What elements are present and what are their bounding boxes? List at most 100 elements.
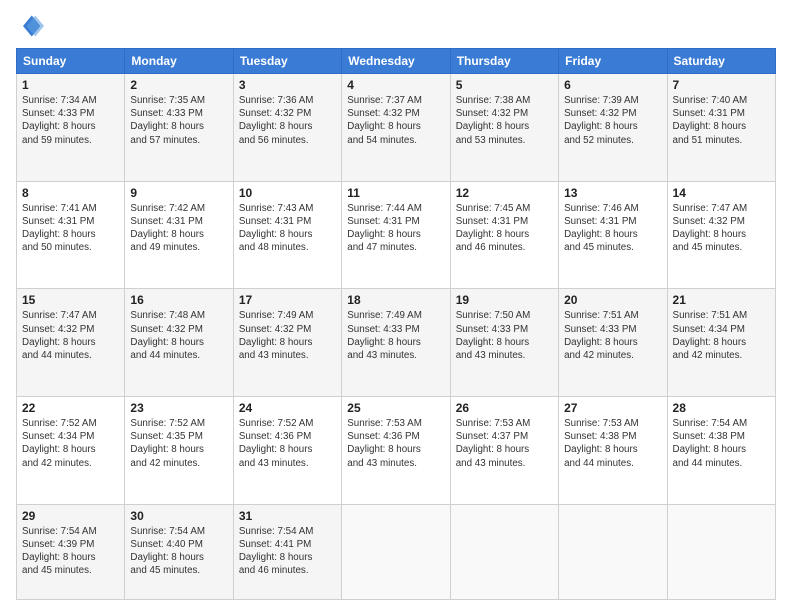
table-row: 15 Sunrise: 7:47 AMSunset: 4:32 PMDaylig… <box>17 289 125 397</box>
day-number: 4 <box>347 78 444 92</box>
table-row: 11 Sunrise: 7:44 AMSunset: 4:31 PMDaylig… <box>342 181 450 289</box>
day-number: 14 <box>673 186 770 200</box>
table-row: 21 Sunrise: 7:51 AMSunset: 4:34 PMDaylig… <box>667 289 775 397</box>
table-row: 3 Sunrise: 7:36 AMSunset: 4:32 PMDayligh… <box>233 74 341 182</box>
day-info: Sunrise: 7:47 AMSunset: 4:32 PMDaylight:… <box>22 309 119 362</box>
day-number: 21 <box>673 293 770 307</box>
day-info: Sunrise: 7:40 AMSunset: 4:31 PMDaylight:… <box>673 94 770 147</box>
day-info: Sunrise: 7:34 AMSunset: 4:33 PMDaylight:… <box>22 94 119 147</box>
table-row: 22 Sunrise: 7:52 AMSunset: 4:34 PMDaylig… <box>17 397 125 505</box>
table-row: 18 Sunrise: 7:49 AMSunset: 4:33 PMDaylig… <box>342 289 450 397</box>
day-header-thursday: Thursday <box>450 49 558 74</box>
table-row: 5 Sunrise: 7:38 AMSunset: 4:32 PMDayligh… <box>450 74 558 182</box>
table-row: 13 Sunrise: 7:46 AMSunset: 4:31 PMDaylig… <box>559 181 667 289</box>
day-info: Sunrise: 7:54 AMSunset: 4:40 PMDaylight:… <box>130 525 227 578</box>
day-info: Sunrise: 7:52 AMSunset: 4:34 PMDaylight:… <box>22 417 119 470</box>
day-info: Sunrise: 7:36 AMSunset: 4:32 PMDaylight:… <box>239 94 336 147</box>
day-number: 6 <box>564 78 661 92</box>
day-info: Sunrise: 7:54 AMSunset: 4:38 PMDaylight:… <box>673 417 770 470</box>
table-row: 1 Sunrise: 7:34 AMSunset: 4:33 PMDayligh… <box>17 74 125 182</box>
day-number: 7 <box>673 78 770 92</box>
day-number: 28 <box>673 401 770 415</box>
day-info: Sunrise: 7:53 AMSunset: 4:36 PMDaylight:… <box>347 417 444 470</box>
day-header-sunday: Sunday <box>17 49 125 74</box>
table-row: 27 Sunrise: 7:53 AMSunset: 4:38 PMDaylig… <box>559 397 667 505</box>
day-number: 18 <box>347 293 444 307</box>
day-info: Sunrise: 7:48 AMSunset: 4:32 PMDaylight:… <box>130 309 227 362</box>
table-row: 6 Sunrise: 7:39 AMSunset: 4:32 PMDayligh… <box>559 74 667 182</box>
day-number: 5 <box>456 78 553 92</box>
day-info: Sunrise: 7:45 AMSunset: 4:31 PMDaylight:… <box>456 202 553 255</box>
day-number: 19 <box>456 293 553 307</box>
table-row <box>559 504 667 599</box>
day-info: Sunrise: 7:37 AMSunset: 4:32 PMDaylight:… <box>347 94 444 147</box>
day-number: 31 <box>239 509 336 523</box>
day-info: Sunrise: 7:47 AMSunset: 4:32 PMDaylight:… <box>673 202 770 255</box>
table-row: 26 Sunrise: 7:53 AMSunset: 4:37 PMDaylig… <box>450 397 558 505</box>
day-header-friday: Friday <box>559 49 667 74</box>
day-info: Sunrise: 7:52 AMSunset: 4:35 PMDaylight:… <box>130 417 227 470</box>
day-header-wednesday: Wednesday <box>342 49 450 74</box>
table-row: 30 Sunrise: 7:54 AMSunset: 4:40 PMDaylig… <box>125 504 233 599</box>
day-number: 11 <box>347 186 444 200</box>
day-info: Sunrise: 7:42 AMSunset: 4:31 PMDaylight:… <box>130 202 227 255</box>
table-row: 28 Sunrise: 7:54 AMSunset: 4:38 PMDaylig… <box>667 397 775 505</box>
table-row: 31 Sunrise: 7:54 AMSunset: 4:41 PMDaylig… <box>233 504 341 599</box>
day-number: 24 <box>239 401 336 415</box>
day-info: Sunrise: 7:49 AMSunset: 4:32 PMDaylight:… <box>239 309 336 362</box>
day-number: 16 <box>130 293 227 307</box>
day-header-tuesday: Tuesday <box>233 49 341 74</box>
day-number: 12 <box>456 186 553 200</box>
table-row: 2 Sunrise: 7:35 AMSunset: 4:33 PMDayligh… <box>125 74 233 182</box>
table-row <box>667 504 775 599</box>
day-number: 2 <box>130 78 227 92</box>
day-number: 13 <box>564 186 661 200</box>
day-header-monday: Monday <box>125 49 233 74</box>
day-number: 15 <box>22 293 119 307</box>
day-number: 10 <box>239 186 336 200</box>
table-row <box>342 504 450 599</box>
day-info: Sunrise: 7:51 AMSunset: 4:33 PMDaylight:… <box>564 309 661 362</box>
day-number: 27 <box>564 401 661 415</box>
day-info: Sunrise: 7:54 AMSunset: 4:41 PMDaylight:… <box>239 525 336 578</box>
day-number: 8 <box>22 186 119 200</box>
logo <box>16 12 48 40</box>
day-number: 1 <box>22 78 119 92</box>
day-info: Sunrise: 7:38 AMSunset: 4:32 PMDaylight:… <box>456 94 553 147</box>
day-info: Sunrise: 7:44 AMSunset: 4:31 PMDaylight:… <box>347 202 444 255</box>
table-row: 4 Sunrise: 7:37 AMSunset: 4:32 PMDayligh… <box>342 74 450 182</box>
logo-icon <box>16 12 44 40</box>
day-header-saturday: Saturday <box>667 49 775 74</box>
day-number: 22 <box>22 401 119 415</box>
table-row: 29 Sunrise: 7:54 AMSunset: 4:39 PMDaylig… <box>17 504 125 599</box>
table-row: 12 Sunrise: 7:45 AMSunset: 4:31 PMDaylig… <box>450 181 558 289</box>
page: SundayMondayTuesdayWednesdayThursdayFrid… <box>0 0 792 612</box>
table-row: 10 Sunrise: 7:43 AMSunset: 4:31 PMDaylig… <box>233 181 341 289</box>
day-number: 29 <box>22 509 119 523</box>
day-number: 20 <box>564 293 661 307</box>
day-number: 30 <box>130 509 227 523</box>
day-number: 17 <box>239 293 336 307</box>
table-row: 19 Sunrise: 7:50 AMSunset: 4:33 PMDaylig… <box>450 289 558 397</box>
table-row: 20 Sunrise: 7:51 AMSunset: 4:33 PMDaylig… <box>559 289 667 397</box>
day-number: 23 <box>130 401 227 415</box>
table-row: 8 Sunrise: 7:41 AMSunset: 4:31 PMDayligh… <box>17 181 125 289</box>
table-row <box>450 504 558 599</box>
header <box>16 12 776 40</box>
day-info: Sunrise: 7:53 AMSunset: 4:38 PMDaylight:… <box>564 417 661 470</box>
day-info: Sunrise: 7:54 AMSunset: 4:39 PMDaylight:… <box>22 525 119 578</box>
table-row: 14 Sunrise: 7:47 AMSunset: 4:32 PMDaylig… <box>667 181 775 289</box>
day-number: 26 <box>456 401 553 415</box>
table-row: 23 Sunrise: 7:52 AMSunset: 4:35 PMDaylig… <box>125 397 233 505</box>
day-info: Sunrise: 7:49 AMSunset: 4:33 PMDaylight:… <box>347 309 444 362</box>
day-info: Sunrise: 7:43 AMSunset: 4:31 PMDaylight:… <box>239 202 336 255</box>
table-row: 7 Sunrise: 7:40 AMSunset: 4:31 PMDayligh… <box>667 74 775 182</box>
day-info: Sunrise: 7:53 AMSunset: 4:37 PMDaylight:… <box>456 417 553 470</box>
table-row: 17 Sunrise: 7:49 AMSunset: 4:32 PMDaylig… <box>233 289 341 397</box>
table-row: 25 Sunrise: 7:53 AMSunset: 4:36 PMDaylig… <box>342 397 450 505</box>
day-info: Sunrise: 7:46 AMSunset: 4:31 PMDaylight:… <box>564 202 661 255</box>
table-row: 9 Sunrise: 7:42 AMSunset: 4:31 PMDayligh… <box>125 181 233 289</box>
day-info: Sunrise: 7:41 AMSunset: 4:31 PMDaylight:… <box>22 202 119 255</box>
day-number: 25 <box>347 401 444 415</box>
table-row: 24 Sunrise: 7:52 AMSunset: 4:36 PMDaylig… <box>233 397 341 505</box>
